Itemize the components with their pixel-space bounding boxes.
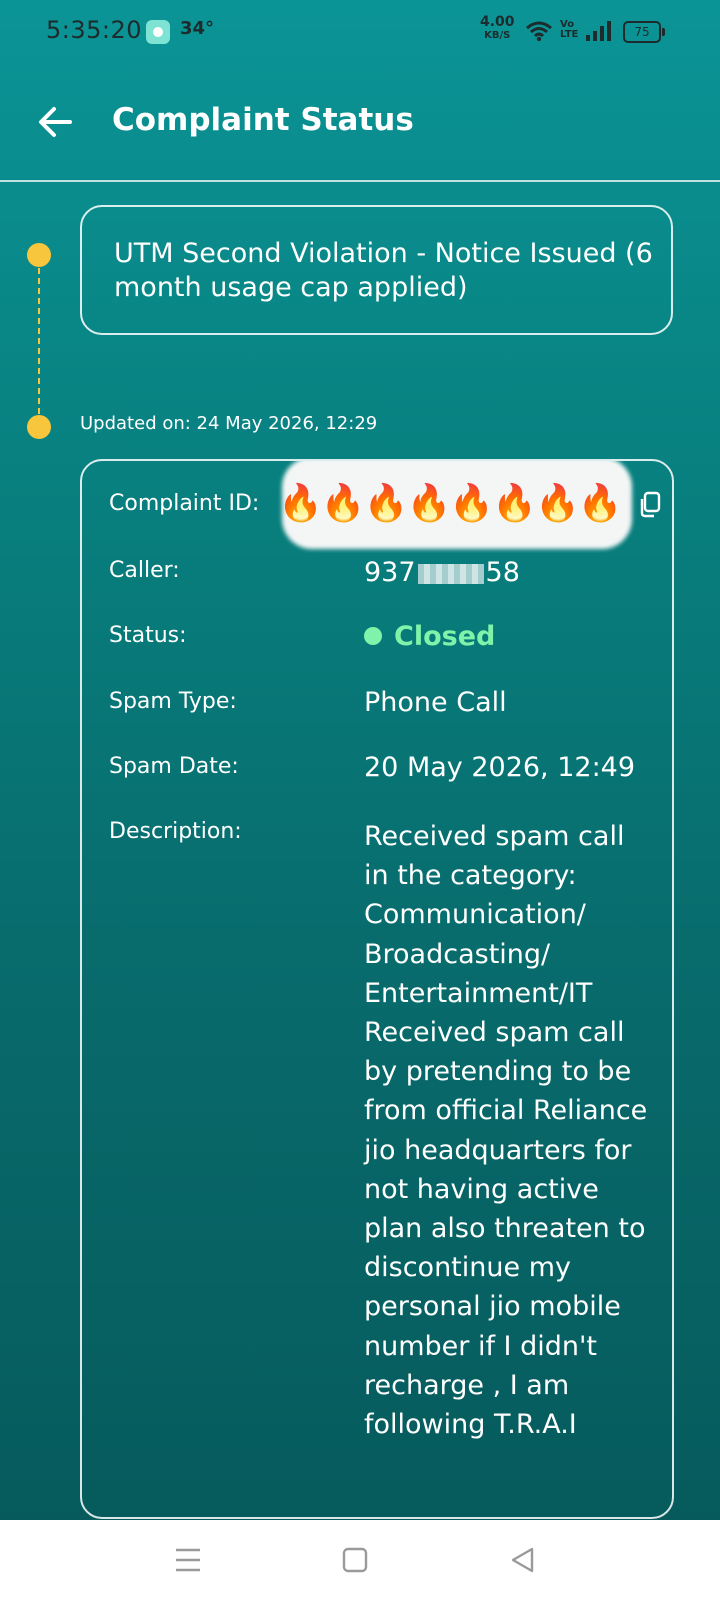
status-badge: Closed — [364, 621, 495, 652]
spam-date-value: 20 May 2026, 12:49 — [364, 752, 636, 783]
network-speed-unit: KB/S — [484, 30, 511, 41]
caller-blur-mask — [417, 563, 484, 584]
timeline-dot-current — [27, 243, 51, 267]
header-divider — [0, 180, 720, 182]
complaint-id-label: Complaint ID: — [109, 491, 260, 516]
status-value: Closed — [394, 621, 496, 652]
status-time: 5:35:20 — [46, 16, 143, 44]
arrow-left-icon[interactable] — [30, 98, 80, 148]
network-speed-value: 4.00 — [480, 14, 515, 30]
volte-bottom: LTE — [560, 29, 579, 40]
complaint-id-value: 🔥🔥🔥🔥🔥🔥🔥🔥 — [278, 483, 623, 524]
updated-on-text: Updated on: 24 May 2026, 12:29 — [80, 413, 378, 434]
description-label: Description: — [109, 819, 242, 844]
timeline-dot-previous — [27, 415, 51, 439]
copy-icon[interactable] — [638, 491, 662, 519]
network-speed: 4.00 KB/S — [480, 14, 515, 42]
caller-suffix: 58 — [485, 557, 520, 588]
wifi-icon — [526, 21, 552, 42]
status-bar: 5:35:20 34° 4.00 KB/S Vo LTE 75 — [0, 0, 720, 62]
caller-prefix: 937 — [364, 557, 416, 588]
app-bar: Complaint Status — [0, 62, 720, 180]
spam-type-label: Spam Type: — [109, 689, 237, 714]
complaint-details-card: Complaint ID: 🔥🔥🔥🔥🔥🔥🔥🔥 Caller: 937 58 Sta… — [80, 459, 674, 1519]
menu-icon[interactable] — [170, 1542, 206, 1578]
battery-icon: 75 — [623, 21, 665, 43]
volte-icon: Vo LTE — [560, 20, 578, 40]
system-nav-bar — [0, 1520, 720, 1600]
status-card: UTM Second Violation - Notice Issued (6 … — [80, 205, 673, 335]
description-value: Received spam call in the category: Comm… — [364, 821, 648, 1441]
spam-type-value: Phone Call — [364, 687, 507, 718]
page-title: Complaint Status — [112, 102, 414, 138]
spam-date-label: Spam Date: — [109, 754, 239, 779]
timeline-connector — [38, 268, 40, 414]
status-title: UTM Second Violation - Notice Issued (6 … — [114, 238, 653, 303]
status-label: Status: — [109, 623, 187, 648]
app-notification-icon — [146, 20, 170, 44]
signal-icon — [586, 21, 611, 41]
caller-value: 937 58 — [364, 557, 520, 588]
status-temperature: 34° — [180, 18, 215, 39]
status-dot-icon — [364, 626, 382, 645]
caller-label: Caller: — [109, 558, 180, 583]
back-triangle-icon[interactable] — [505, 1542, 541, 1578]
home-square-icon[interactable] — [337, 1542, 373, 1578]
